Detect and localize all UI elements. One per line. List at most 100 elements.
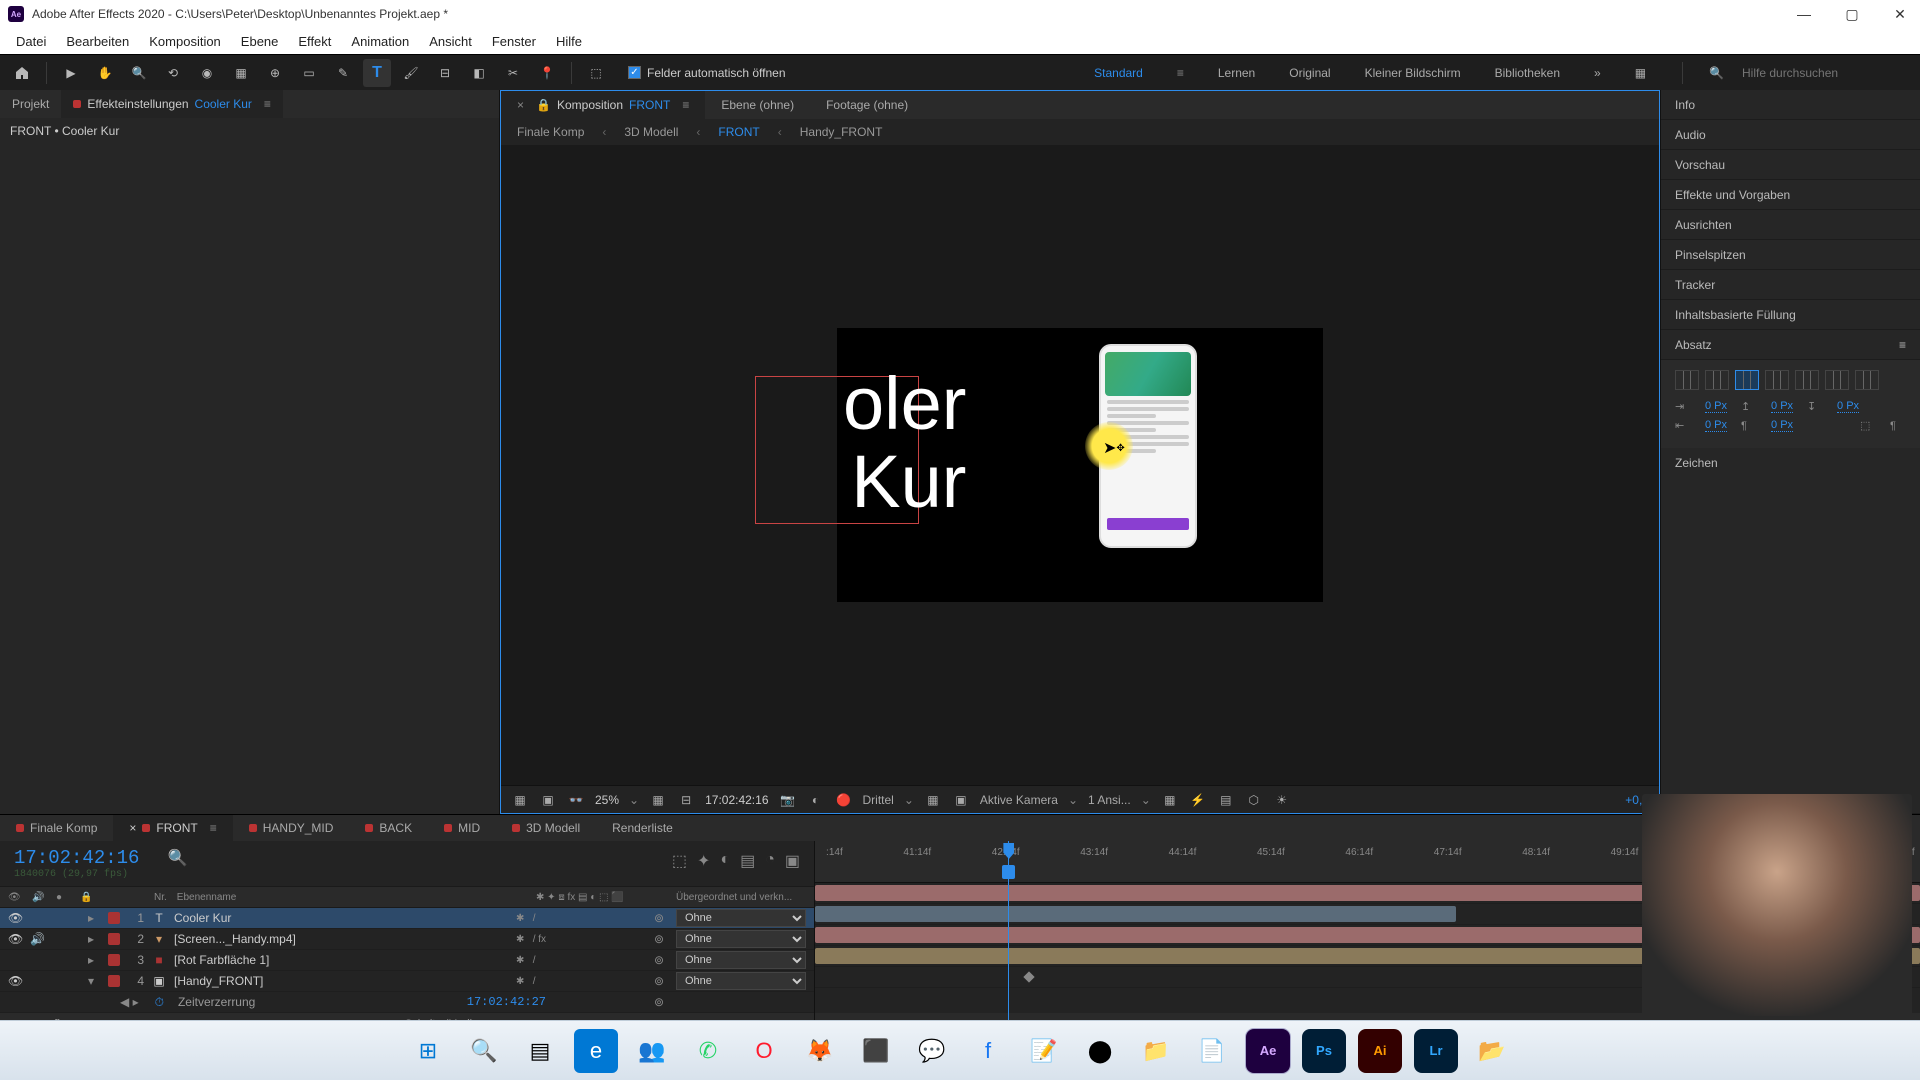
justify-last-center-button[interactable] bbox=[1795, 370, 1819, 390]
keyframe-nav[interactable]: ◀ ▸ bbox=[120, 995, 139, 1009]
layer-name[interactable]: [Rot Farbfläche 1] bbox=[174, 953, 508, 967]
menu-effekt[interactable]: Effekt bbox=[290, 32, 339, 51]
color-icon[interactable]: 🔴 bbox=[835, 793, 853, 807]
project-tab[interactable]: Projekt bbox=[0, 90, 61, 118]
effect-controls-tab[interactable]: Effekteinstellungen Cooler Kur ≡ bbox=[61, 90, 283, 118]
comp-canvas[interactable]: olerKur ➤✥ bbox=[837, 328, 1323, 602]
layer-row-1[interactable]: 👁 ▸ 1 T Cooler Kur ✱ / ⊚ Ohne bbox=[0, 908, 814, 929]
parent-dropdown[interactable]: Ohne bbox=[676, 930, 806, 948]
menu-animation[interactable]: Animation bbox=[343, 32, 417, 51]
justify-all-button[interactable] bbox=[1855, 370, 1879, 390]
type-tool[interactable]: T bbox=[363, 59, 391, 87]
taskbar-facebook[interactable]: f bbox=[966, 1029, 1010, 1073]
tl-tab-mid[interactable]: MID bbox=[428, 815, 496, 841]
snapshot-icon[interactable]: 📷 bbox=[779, 793, 797, 807]
bc-handy[interactable]: Handy_FRONT bbox=[800, 125, 883, 139]
pickwhip-icon[interactable]: ⊚ bbox=[654, 953, 668, 967]
panel-tracker[interactable]: Tracker bbox=[1661, 270, 1920, 300]
close-button[interactable]: ✕ bbox=[1888, 6, 1912, 23]
bc-3dmodell[interactable]: 3D Modell bbox=[624, 125, 678, 139]
first-line-value[interactable]: 0 Px bbox=[1771, 419, 1793, 432]
minimize-button[interactable]: — bbox=[1792, 6, 1816, 23]
tl-frame-blend-toggle[interactable]: ✦ bbox=[697, 851, 710, 871]
puppet-tool[interactable]: 📍 bbox=[533, 59, 561, 87]
parent-dropdown[interactable]: Ohne bbox=[676, 972, 806, 990]
fast-preview-icon[interactable]: ⚡ bbox=[1189, 793, 1207, 807]
time-remap-row[interactable]: ◀ ▸ ⏱ Zeitverzerrung 17:02:42:27 ⊚ bbox=[0, 992, 814, 1013]
col-name[interactable]: Ebenenname bbox=[177, 892, 526, 903]
direction-icon[interactable]: ¶ bbox=[1890, 420, 1906, 432]
layer-viewer-tab[interactable]: Ebene (ohne) bbox=[705, 91, 810, 119]
stamp-tool[interactable]: ⊟ bbox=[431, 59, 459, 87]
panel-pinsel[interactable]: Pinselspitzen bbox=[1661, 240, 1920, 270]
eraser-tool[interactable]: ◧ bbox=[465, 59, 493, 87]
grid-icon[interactable]: ▦ bbox=[649, 793, 667, 807]
tl-adj-toggle[interactable]: ◔ bbox=[765, 851, 775, 871]
taskbar-ps[interactable]: Ps bbox=[1302, 1029, 1346, 1073]
workspace-standard[interactable]: Standard bbox=[1082, 62, 1155, 84]
playhead[interactable] bbox=[1008, 841, 1009, 1035]
menu-ebene[interactable]: Ebene bbox=[233, 32, 287, 51]
menu-bearbeiten[interactable]: Bearbeiten bbox=[58, 32, 137, 51]
tab-menu-icon[interactable]: ≡ bbox=[264, 97, 271, 111]
twirl-icon[interactable]: ▾ bbox=[88, 974, 100, 988]
panel-fill[interactable]: Inhaltsbasierte Füllung bbox=[1661, 300, 1920, 330]
taskbar-notes[interactable]: 📝 bbox=[1022, 1029, 1066, 1073]
visibility-toggle[interactable]: 👁 bbox=[8, 974, 22, 988]
composition-viewer[interactable]: olerKur ➤✥ bbox=[501, 145, 1659, 785]
visibility-toggle[interactable]: 👁 bbox=[8, 911, 22, 925]
composition-tab[interactable]: × 🔒 Komposition FRONT ≡ bbox=[501, 91, 705, 119]
taskbar-messenger[interactable]: 💬 bbox=[910, 1029, 954, 1073]
hyphen-icon[interactable]: ⬚ bbox=[1860, 419, 1876, 432]
orbit-tool[interactable]: ⟲ bbox=[159, 59, 187, 87]
menu-ansicht[interactable]: Ansicht bbox=[421, 32, 480, 51]
taskbar-app[interactable]: ⬛ bbox=[854, 1029, 898, 1073]
menu-hilfe[interactable]: Hilfe bbox=[548, 32, 590, 51]
visibility-toggle[interactable]: 👁 bbox=[8, 932, 22, 946]
pickwhip-icon[interactable]: ⊚ bbox=[654, 995, 668, 1009]
safezone-icon[interactable]: ⊟ bbox=[677, 793, 695, 807]
col-nr[interactable]: Nr. bbox=[154, 892, 167, 903]
anchor-tool[interactable]: ⊕ bbox=[261, 59, 289, 87]
current-timecode[interactable]: 17:02:42:16 bbox=[14, 847, 139, 869]
layer-search-icon[interactable]: 🔍 bbox=[168, 848, 188, 868]
menu-datei[interactable]: Datei bbox=[8, 32, 54, 51]
tl-graph-toggle[interactable]: ▤ bbox=[740, 851, 755, 871]
guide-toggle-icon[interactable]: 👓 bbox=[567, 793, 585, 807]
bc-front[interactable]: FRONT bbox=[718, 125, 759, 139]
layer-name[interactable]: [Screen..._Handy.mp4] bbox=[174, 932, 508, 946]
taskbar-teams[interactable]: 👥 bbox=[630, 1029, 674, 1073]
views-dropdown[interactable]: 1 Ansi... bbox=[1088, 793, 1131, 807]
flowchart-icon[interactable]: ⬡ bbox=[1245, 793, 1263, 807]
selection-tool[interactable]: ▶ bbox=[57, 59, 85, 87]
home-tool[interactable] bbox=[8, 59, 36, 87]
menu-fenster[interactable]: Fenster bbox=[484, 32, 544, 51]
panel-vorschau[interactable]: Vorschau bbox=[1661, 150, 1920, 180]
camera-tool[interactable]: ▦ bbox=[227, 59, 255, 87]
alpha-toggle-icon[interactable]: ▦ bbox=[511, 793, 529, 807]
layer-name[interactable]: [Handy_FRONT] bbox=[174, 974, 508, 988]
panel-effekte[interactable]: Effekte und Vorgaben bbox=[1661, 180, 1920, 210]
panel-audio[interactable]: Audio bbox=[1661, 120, 1920, 150]
indent-right-value[interactable]: 0 Px bbox=[1705, 419, 1727, 432]
col-parent[interactable]: Übergeordnet und verkn... bbox=[676, 892, 806, 903]
audio-toggle[interactable]: 🔊 bbox=[30, 932, 44, 946]
panel-menu-icon[interactable]: ≡ bbox=[1899, 338, 1906, 351]
tab-close-icon[interactable]: × bbox=[517, 98, 524, 112]
tl-tab-finale[interactable]: Finale Komp bbox=[0, 815, 113, 841]
bc-finale[interactable]: Finale Komp bbox=[517, 125, 584, 139]
shape-tool[interactable]: ▭ bbox=[295, 59, 323, 87]
resolution-dropdown[interactable]: Drittel bbox=[863, 793, 894, 807]
camera-dropdown[interactable]: Aktive Kamera bbox=[980, 793, 1058, 807]
align-right-button[interactable] bbox=[1735, 370, 1759, 390]
transparency-icon[interactable]: ▦ bbox=[924, 793, 942, 807]
pixel-aspect-icon[interactable]: ▦ bbox=[1161, 793, 1179, 807]
layer-row-3[interactable]: ▸ 3 ■ [Rot Farbfläche 1] ✱ / ⊚ Ohne bbox=[0, 950, 814, 971]
taskbar-explorer[interactable]: 📁 bbox=[1134, 1029, 1178, 1073]
menu-komposition[interactable]: Komposition bbox=[141, 32, 229, 51]
panel-zeichen[interactable]: Zeichen bbox=[1661, 448, 1920, 814]
taskbar-ae[interactable]: Ae bbox=[1246, 1029, 1290, 1073]
taskbar-taskview[interactable]: ▤ bbox=[518, 1029, 562, 1073]
lock-icon[interactable]: 🔒 bbox=[536, 98, 551, 112]
zoom-dropdown[interactable]: 25% bbox=[595, 793, 619, 807]
